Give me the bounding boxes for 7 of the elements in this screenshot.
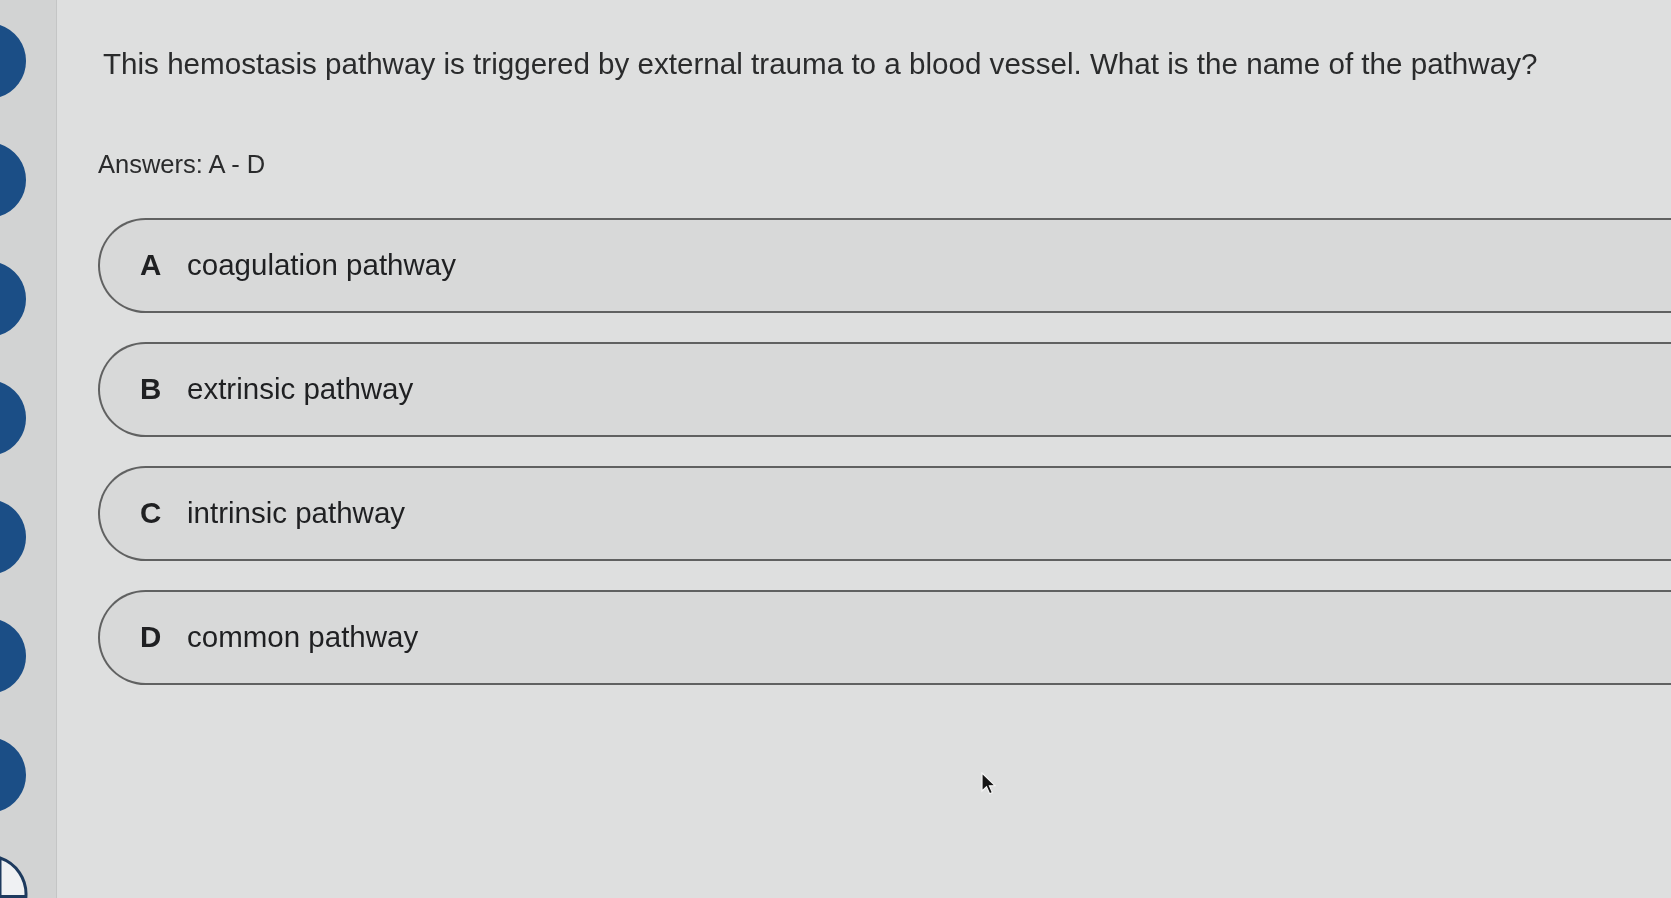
answer-option[interactable]: B extrinsic pathway [98, 341, 1671, 437]
answers-label: Answers: A - D [98, 149, 266, 180]
answer-option[interactable]: D common pathway [98, 589, 1671, 685]
answer-option[interactable]: A coagulation pathway [98, 217, 1671, 313]
answer-option[interactable]: C intrinsic pathway [98, 465, 1671, 561]
question-text: This hemostasis pathway is triggered by external trauma to a blood vessel. What is the name of the pathway? [103, 46, 1538, 82]
mouse-pointer-icon [981, 772, 996, 795]
